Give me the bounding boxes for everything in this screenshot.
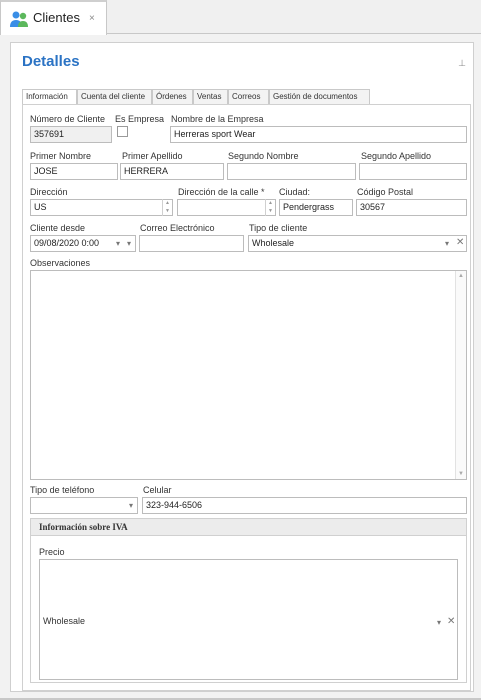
tab-informacion[interactable]: Información — [22, 89, 77, 105]
celular-field[interactable]: 323-944-6506 — [142, 497, 467, 514]
chevron-down-icon[interactable]: ▾ — [437, 618, 441, 627]
primer-nombre-label: Primer Nombre — [30, 151, 92, 161]
cliente-desde-label: Cliente desde — [30, 223, 86, 233]
tab-cuenta-cliente[interactable]: Cuenta del cliente — [77, 89, 152, 104]
celular-label: Celular — [143, 485, 172, 495]
ciudad-label: Ciudad: — [279, 187, 311, 197]
segundo-apellido-field[interactable] — [359, 163, 467, 180]
correo-field[interactable] — [139, 235, 244, 252]
panel-title: Detalles — [22, 53, 80, 70]
tipo-cliente-select[interactable]: Wholesale — [248, 235, 467, 252]
primer-apellido-field[interactable]: HERRERA — [120, 163, 224, 180]
nombre-empresa-field[interactable]: Herreras sport Wear — [170, 126, 467, 143]
iva-group: Información sobre IVA Precio Wholesale ▾… — [30, 518, 467, 683]
primer-apellido-label: Primer Apellido — [122, 151, 183, 161]
clear-icon[interactable]: ✕ — [456, 237, 464, 248]
direccion-spinner[interactable]: ▲ ▼ — [162, 199, 172, 216]
close-icon[interactable]: × — [89, 13, 95, 24]
spin-down-icon[interactable]: ▼ — [266, 207, 275, 215]
es-empresa-label: Es Empresa — [115, 114, 165, 124]
spin-up-icon[interactable]: ▲ — [266, 199, 275, 207]
precio-value: Wholesale — [43, 616, 86, 626]
direccion-calle-spinner[interactable]: ▲ ▼ — [265, 199, 275, 216]
codigo-postal-field[interactable]: 30567 — [356, 199, 467, 216]
tipo-telefono-label: Tipo de teléfono — [30, 485, 95, 495]
segundo-apellido-label: Segundo Apellido — [361, 151, 432, 161]
iva-group-header: Información sobre IVA — [31, 519, 466, 536]
tab-correos[interactable]: Correos — [228, 89, 269, 104]
cliente-desde-field[interactable]: 09/08/2020 0:00 — [30, 235, 136, 252]
tipo-cliente-label: Tipo de cliente — [249, 223, 308, 233]
es-empresa-checkbox[interactable] — [117, 126, 128, 137]
primer-nombre-field[interactable]: JOSE — [30, 163, 118, 180]
spin-down-icon[interactable]: ▼ — [163, 207, 172, 215]
iva-group-title: Información sobre IVA — [39, 522, 128, 532]
ciudad-field[interactable]: Pendergrass — [279, 199, 353, 216]
tab-ventas[interactable]: Ventas — [193, 89, 228, 104]
tab-ordenes[interactable]: Órdenes — [152, 89, 193, 104]
direccion-calle-field[interactable] — [177, 199, 276, 216]
nombre-empresa-label: Nombre de la Empresa — [171, 114, 264, 124]
tab-title: Clientes — [33, 10, 80, 25]
chevron-down-icon[interactable]: ▾ — [129, 501, 133, 510]
pin-icon[interactable]: ⊥ — [458, 58, 466, 69]
clients-icon — [9, 10, 29, 28]
precio-label: Precio — [39, 547, 65, 557]
clear-icon[interactable]: ✕ — [447, 616, 455, 627]
correo-label: Correo Electrónico — [140, 223, 215, 233]
scroll-down-icon[interactable]: ▼ — [456, 469, 466, 479]
numero-cliente-field: 357691 — [30, 126, 112, 143]
chevron-down-icon[interactable]: ▾ — [445, 239, 449, 248]
observaciones-field[interactable]: ▲ ▼ — [30, 270, 467, 480]
direccion-field[interactable]: US — [30, 199, 173, 216]
chevron-down-icon[interactable]: ▾ — [116, 239, 120, 248]
direccion-label: Dirección — [30, 187, 68, 197]
observaciones-label: Observaciones — [30, 258, 91, 268]
precio-select[interactable]: Wholesale ▾ ✕ — [39, 559, 458, 680]
numero-cliente-label: Número de Cliente — [30, 114, 106, 124]
direccion-calle-label: Dirección de la calle * — [178, 187, 265, 197]
segundo-nombre-label: Segundo Nombre — [228, 151, 299, 161]
codigo-postal-label: Código Postal — [357, 187, 414, 197]
tab-clientes[interactable]: Clientes × — [0, 0, 107, 35]
segundo-nombre-field[interactable] — [227, 163, 356, 180]
tab-gestion-documentos[interactable]: Gestión de documentos — [269, 89, 370, 104]
tipo-telefono-select[interactable] — [30, 497, 138, 514]
scrollbar[interactable]: ▲ ▼ — [455, 271, 466, 479]
chevron-down-icon[interactable]: ▾ — [127, 239, 131, 248]
spin-up-icon[interactable]: ▲ — [163, 199, 172, 207]
scroll-up-icon[interactable]: ▲ — [456, 271, 466, 281]
